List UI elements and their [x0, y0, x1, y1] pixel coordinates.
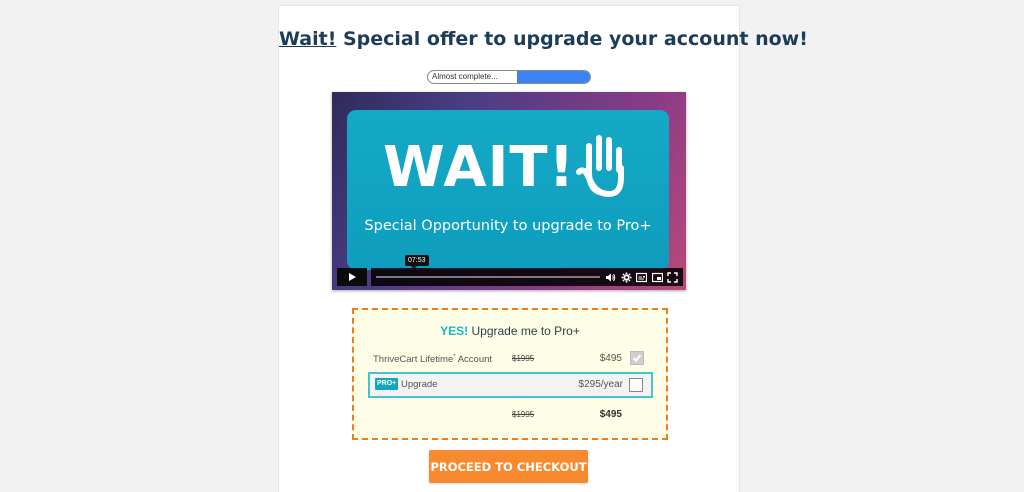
raised-hand-icon	[576, 135, 624, 197]
line-item-pro-upgrade[interactable]: PRO+ Upgrade $295/year	[368, 372, 653, 398]
scrub-track[interactable]	[376, 276, 600, 278]
line-item-name: ThriveCart Lifetime* Account	[373, 354, 493, 366]
play-button[interactable]	[337, 268, 367, 286]
progress-label: Almost complete...	[428, 71, 517, 83]
video-player[interactable]: WAIT! Special Opportunity to upgrade to …	[332, 92, 686, 290]
upgrade-checkbox[interactable]	[629, 378, 643, 392]
total-price: $495	[599, 409, 622, 420]
page-title: Wait! Special offer to upgrade your acco…	[279, 28, 808, 50]
play-icon	[349, 273, 356, 281]
volume-icon[interactable]	[605, 272, 616, 283]
settings-icon[interactable]	[621, 272, 632, 283]
upsell-box: YES! Upgrade me to Pro+ ThriveCart Lifet…	[352, 308, 668, 440]
offer-title-text: Upgrade me to Pro+	[468, 324, 580, 338]
account-checkbox[interactable]	[630, 351, 644, 365]
total-row: $1995 $495	[354, 404, 666, 426]
total-old-price: $1995	[512, 410, 535, 419]
line-item-price: $495	[599, 353, 622, 364]
fullscreen-icon[interactable]	[667, 272, 678, 283]
offer-card: Wait! Special offer to upgrade your acco…	[278, 5, 808, 492]
line-item-account: ThriveCart Lifetime* Account $1995 $495	[354, 348, 666, 370]
cast-icon[interactable]	[652, 272, 663, 283]
time-tooltip: 07:53	[405, 255, 429, 269]
line-item-price: $295/year	[578, 379, 623, 390]
line-item-name: Upgrade	[401, 379, 438, 390]
video-subtitle: Special Opportunity to upgrade to Pro+	[364, 218, 652, 234]
video-controls: 07:53	[332, 255, 686, 290]
video-title: WAIT!	[383, 135, 576, 200]
captions-icon[interactable]	[636, 272, 647, 283]
pro-badge: PRO+	[375, 378, 399, 390]
video-thumbnail: WAIT! Special Opportunity to upgrade to …	[347, 110, 669, 270]
wait-link[interactable]: Wait!	[279, 28, 336, 50]
proceed-to-checkout-button[interactable]: PROCEED TO CHECKOUT	[429, 450, 588, 483]
old-price: $1995	[512, 354, 535, 363]
video-scrubber[interactable]: 07:53	[371, 255, 683, 286]
headline-text: Special offer to upgrade your account no…	[336, 28, 808, 50]
check-icon	[632, 354, 642, 362]
offer-title-yes: YES!	[440, 324, 469, 338]
offer-title: YES! Upgrade me to Pro+	[354, 324, 666, 338]
progress-bar: Almost complete...	[427, 70, 591, 84]
